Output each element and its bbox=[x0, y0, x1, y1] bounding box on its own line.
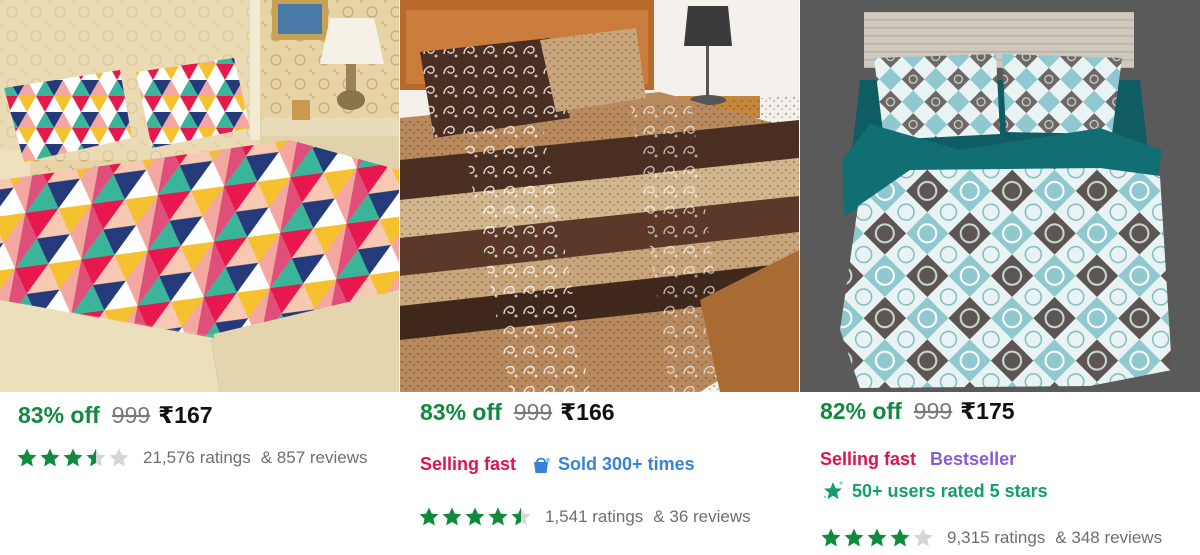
product-card-1[interactable]: 83% off 999 ₹167 21,576 ratings & 857 re… bbox=[0, 0, 399, 555]
selling-price: ₹167 bbox=[158, 402, 213, 428]
reviews-count: & 348 reviews bbox=[1055, 528, 1163, 547]
star-icon bbox=[465, 507, 485, 526]
star-icon bbox=[40, 448, 60, 467]
sold-count-badge: Sold 300+ times bbox=[530, 454, 695, 475]
product-image[interactable] bbox=[0, 0, 399, 392]
star-icon bbox=[442, 507, 462, 526]
star-icon bbox=[488, 507, 508, 526]
discount-label: 83% off bbox=[420, 399, 502, 425]
reviews-count: & 36 reviews bbox=[653, 507, 751, 526]
brown-striped-bedsheet-image bbox=[400, 0, 799, 392]
selling-price: ₹166 bbox=[560, 399, 615, 425]
teal-damask-quilt-image bbox=[800, 0, 1200, 392]
original-price: 999 bbox=[913, 398, 953, 424]
rated-badge: 50+ users rated 5 stars bbox=[822, 480, 1048, 502]
star-icon bbox=[511, 507, 531, 526]
selling-price: ₹175 bbox=[960, 398, 1015, 424]
reviews-count: & 857 reviews bbox=[260, 448, 368, 467]
rated-text: 50+ users rated 5 stars bbox=[852, 480, 1048, 501]
star-icon bbox=[419, 507, 439, 526]
original-price: 999 bbox=[111, 402, 151, 428]
selling-fast-badge: Selling fast bbox=[820, 449, 917, 469]
star-icon bbox=[867, 528, 887, 547]
discount-label: 83% off bbox=[18, 402, 100, 428]
product-card-2[interactable]: 83% off 999 ₹166 Selling fast Sold 300+ … bbox=[400, 0, 799, 555]
price-row: 82% off 999 ₹175 bbox=[820, 398, 1015, 425]
product-card-3[interactable]: 82% off 999 ₹175 Selling fast Bestseller… bbox=[800, 0, 1200, 555]
star-icon bbox=[844, 528, 864, 547]
star-icon bbox=[86, 448, 106, 467]
product-image[interactable] bbox=[800, 0, 1200, 392]
sold-count-text: Sold 300+ times bbox=[558, 454, 695, 474]
badge-row: Selling fast Bestseller bbox=[820, 449, 1016, 470]
original-price: 999 bbox=[513, 399, 553, 425]
selling-fast-badge: Selling fast bbox=[420, 454, 517, 474]
star-icon bbox=[109, 448, 129, 467]
bestseller-badge: Bestseller bbox=[930, 449, 1017, 469]
star-icon bbox=[890, 528, 910, 547]
rating-row: 21,576 ratings & 857 reviews bbox=[16, 447, 368, 469]
star-rating bbox=[820, 527, 935, 549]
star-icon bbox=[913, 528, 933, 547]
badge-row: Selling fast Sold 300+ times bbox=[420, 454, 695, 475]
ratings-count: 1,541 ratings bbox=[545, 507, 644, 526]
price-row: 83% off 999 ₹166 bbox=[420, 399, 615, 426]
ratings-count: 21,576 ratings bbox=[143, 448, 251, 467]
star-icon bbox=[63, 448, 83, 467]
sparkle-star-icon bbox=[823, 481, 843, 500]
star-icon bbox=[821, 528, 841, 547]
star-icon bbox=[17, 448, 37, 467]
price-row: 83% off 999 ₹167 bbox=[18, 402, 213, 429]
geometric-bedsheet-image bbox=[0, 0, 399, 392]
product-image[interactable] bbox=[400, 0, 799, 392]
ratings-count: 9,315 ratings bbox=[947, 528, 1046, 547]
discount-label: 82% off bbox=[820, 398, 902, 424]
star-rating bbox=[16, 447, 131, 469]
shopping-bag-icon bbox=[534, 457, 551, 473]
star-rating bbox=[418, 506, 533, 528]
rating-row: 9,315 ratings & 348 reviews bbox=[820, 527, 1162, 549]
rating-row: 1,541 ratings & 36 reviews bbox=[418, 506, 751, 528]
